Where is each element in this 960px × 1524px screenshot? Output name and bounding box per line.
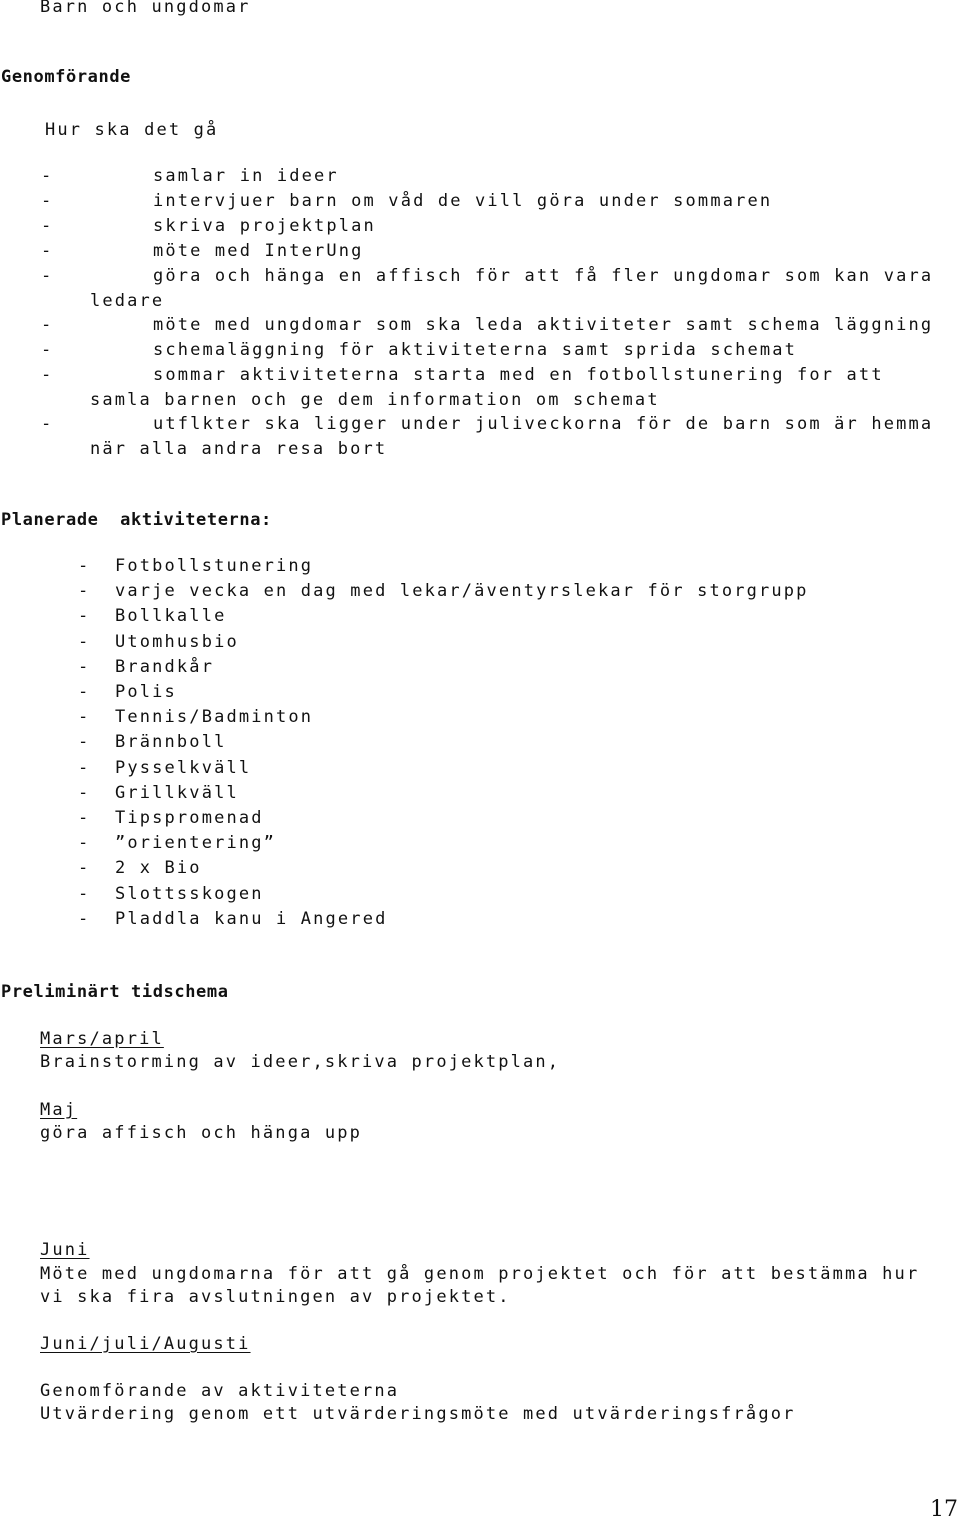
section-heading-preliminart-tidschema: Preliminärt tidschema [1,982,229,1002]
list-item-text: Bollkalle [115,606,227,626]
list-item-text: ”orientering” [115,833,277,853]
list-item-text: 2 x Bio [115,858,202,878]
list-item-text: Pladdla kanu i Angered [115,909,388,929]
list-item-text: Slottsskogen [115,884,264,904]
list-item-text: schemaläggning för aktiviteterna samt sp… [153,340,798,360]
bullet-dash: - [78,783,91,803]
list-item-text: Polis [115,682,177,702]
list-item-text: Brandkår [115,657,215,677]
list-item-text: samlar in ideer [153,166,339,186]
bullet-dash: - [78,581,91,601]
period-text: göra affisch och hänga upp [40,1123,363,1143]
bullet-dash: - [41,340,54,360]
list-item-text: Tennis/Badminton [115,707,314,727]
period-text: Möte med ungdomarna för att gå genom pro… [40,1264,920,1284]
bullet-dash: - [41,216,54,236]
bullet-dash: - [41,266,54,286]
bullet-dash: - [41,365,54,385]
bullet-dash: - [41,414,54,434]
period-label: Juni [40,1240,90,1260]
bullet-dash: - [41,166,54,186]
bullet-dash: - [78,758,91,778]
period-text: vi ska fira avslutningen av projektet. [40,1287,511,1307]
list-item-text: Grillkväll [115,783,239,803]
bullet-dash: - [78,606,91,626]
period-text: Utvärdering genom ett utvärderingsmöte m… [40,1404,796,1424]
bullet-dash: - [78,858,91,878]
document-title: Barn och ungdomar [40,0,251,17]
list-item-text-continued: när alla andra resa bort [90,439,388,459]
list-item-text: möte med ungdomar som ska leda aktivitet… [153,315,934,335]
list-item-text: varje vecka en dag med lekar/äventyrslek… [115,581,809,601]
bullet-dash: - [41,191,54,211]
bullet-dash: - [78,682,91,702]
period-label: Mars/april [40,1029,164,1049]
list-item-text: intervjuer barn om våd de vill göra unde… [153,191,773,211]
list-item-text: Fotbollstunering [115,556,314,576]
list-item-text: Pysselkväll [115,758,252,778]
period-text: Brainstorming av ideer,skriva projektpla… [40,1052,561,1072]
list-item-text: Brännboll [115,732,227,752]
section-heading-planerade-aktiviteterna: Planerade aktiviteterna: [1,510,272,530]
list-item-text: skriva projektplan [153,216,376,236]
section-heading-genomforande: Genomförande [1,67,132,87]
bullet-dash: - [78,732,91,752]
list-item-text: Utomhusbio [115,632,239,652]
bullet-dash: - [78,632,91,652]
period-text: Genomförande av aktiviteterna [40,1381,400,1401]
list-item-text: möte med InterUng [153,241,364,261]
bullet-dash: - [41,241,54,261]
bullet-dash: - [41,315,54,335]
bullet-dash: - [78,657,91,677]
list-item-text: sommar aktiviteterna starta med en fotbo… [153,365,884,385]
list-item-text: göra och hänga en affisch för att få fle… [153,266,934,286]
list-item-text-continued: samla barnen och ge dem information om s… [90,390,660,410]
list-item-text: utflkter ska ligger under juliveckorna f… [153,414,934,434]
list-item-text-continued: ledare [90,291,165,311]
period-label: Juni/juli/Augusti [40,1334,251,1354]
bullet-dash: - [78,707,91,727]
bullet-dash: - [78,909,91,929]
subheading-hur-ska-det-ga: Hur ska det gå [45,120,219,140]
page-number: 17 [930,1497,958,1522]
list-item-text: Tipspromenad [115,808,264,828]
bullet-dash: - [78,808,91,828]
bullet-dash: - [78,556,91,576]
bullet-dash: - [78,884,91,904]
period-label: Maj [40,1100,78,1120]
bullet-dash: - [78,833,91,853]
